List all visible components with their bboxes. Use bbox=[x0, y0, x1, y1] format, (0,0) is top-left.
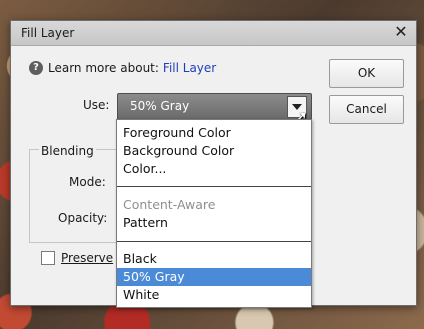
menu-item-pattern[interactable]: Pattern bbox=[117, 214, 311, 232]
menu-item-background-color[interactable]: Background Color bbox=[117, 142, 311, 160]
learn-more-text: Learn more about: bbox=[48, 61, 159, 75]
opacity-label: Opacity: bbox=[58, 211, 108, 225]
learn-more-row: ? Learn more about: Fill Layer bbox=[29, 61, 216, 75]
menu-item-white[interactable]: White bbox=[117, 286, 311, 304]
menu-item-foreground-color[interactable]: Foreground Color bbox=[117, 124, 311, 142]
blending-legend: Blending bbox=[39, 144, 96, 158]
menu-item-50-gray[interactable]: 50% Gray bbox=[117, 268, 311, 286]
menu-separator bbox=[117, 241, 311, 242]
mode-label: Mode: bbox=[69, 175, 106, 189]
preserve-label[interactable]: Preserve bbox=[61, 251, 113, 265]
use-select-value: 50% Gray bbox=[130, 99, 190, 113]
use-label: Use: bbox=[83, 98, 110, 112]
dialog-title: Fill Layer bbox=[21, 26, 75, 40]
use-dropdown-menu: Foreground Color Background Color Color.… bbox=[116, 119, 312, 308]
cancel-button[interactable]: Cancel bbox=[329, 95, 404, 124]
menu-item-black[interactable]: Black bbox=[117, 250, 311, 268]
menu-item-color[interactable]: Color... bbox=[117, 160, 311, 178]
preserve-row: Preserve bbox=[41, 251, 113, 265]
menu-item-content-aware: Content-Aware bbox=[123, 197, 216, 212]
help-icon[interactable]: ? bbox=[29, 61, 43, 75]
preserve-checkbox[interactable] bbox=[41, 251, 55, 265]
ok-button[interactable]: OK bbox=[329, 59, 404, 88]
use-select[interactable]: 50% Gray bbox=[117, 93, 312, 120]
title-bar[interactable]: Fill Layer ✕ bbox=[11, 21, 416, 46]
close-icon[interactable]: ✕ bbox=[392, 23, 410, 41]
learn-more-link[interactable]: Fill Layer bbox=[163, 61, 216, 75]
menu-separator bbox=[117, 186, 311, 187]
